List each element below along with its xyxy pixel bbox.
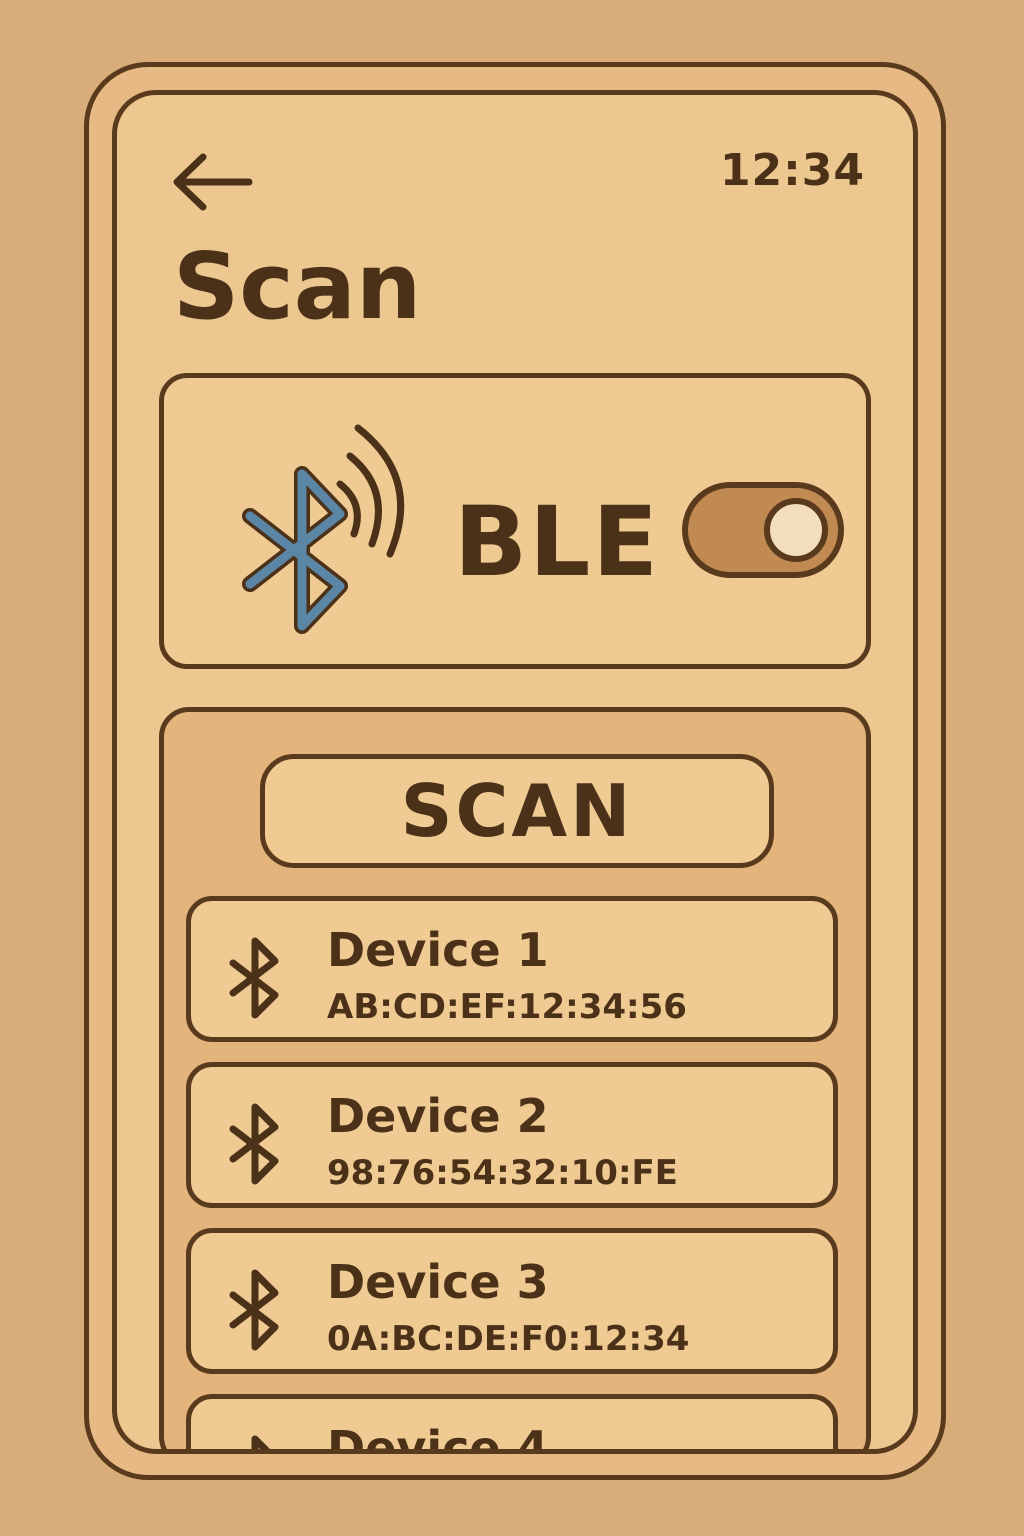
phone-screen: 12:34 Scan BLE SCAN Device 1 AB:CD:EF:12…: [112, 90, 918, 1454]
ble-card: BLE: [159, 373, 871, 669]
bluetooth-icon: [251, 1435, 270, 1449]
bluetooth-icon: [229, 1103, 279, 1185]
toggle-knob: [764, 498, 828, 562]
page-title: Scan: [173, 233, 422, 340]
device-name: Device 3: [327, 1255, 549, 1309]
list-item[interactable]: Device 4: [186, 1394, 838, 1454]
scan-panel: SCAN Device 1 AB:CD:EF:12:34:56 Device 2…: [159, 707, 871, 1454]
list-item[interactable]: Device 3 0A:BC:DE:F0:12:34: [186, 1228, 838, 1374]
ble-label: BLE: [454, 486, 660, 598]
device-name: Device 1: [327, 923, 549, 977]
device-mac: 0A:BC:DE:F0:12:34: [327, 1319, 690, 1359]
scan-button[interactable]: SCAN: [260, 754, 774, 868]
device-name: Device 2: [327, 1089, 549, 1143]
bluetooth-signal-icon: [242, 424, 405, 634]
ble-toggle[interactable]: [682, 482, 844, 578]
list-item[interactable]: Device 1 AB:CD:EF:12:34:56: [186, 896, 838, 1042]
list-item[interactable]: Device 2 98:76:54:32:10:FE: [186, 1062, 838, 1208]
device-mac: AB:CD:EF:12:34:56: [327, 987, 687, 1027]
bluetooth-icon: [229, 1269, 279, 1351]
bluetooth-icon: [229, 937, 279, 1019]
status-time: 12:34: [719, 145, 865, 196]
arrow-left-icon: [173, 153, 253, 211]
device-mac: 98:76:54:32:10:FE: [327, 1153, 679, 1193]
back-button[interactable]: [167, 147, 257, 217]
device-name: Device 4: [327, 1421, 549, 1454]
